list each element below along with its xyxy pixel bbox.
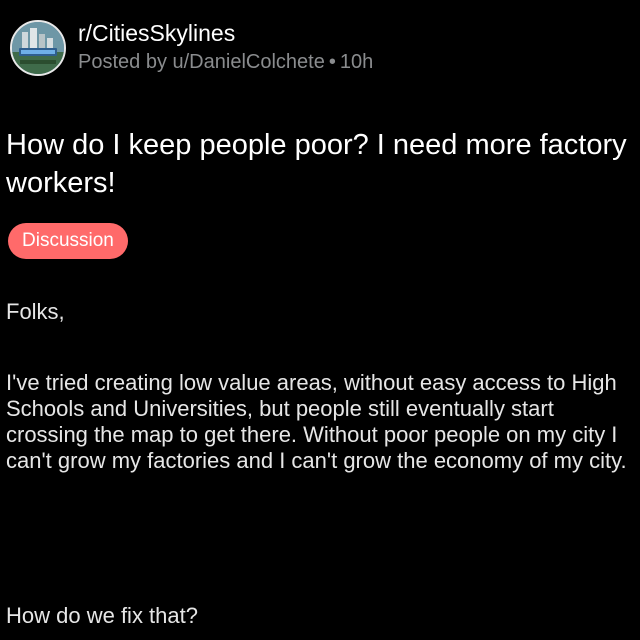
post-meta: r/CitiesSkylines Posted by u/DanielColch… [78, 19, 373, 75]
post-body-paragraph: I've tried creating low value areas, wit… [6, 370, 627, 473]
post-body-question: How do we fix that? [6, 603, 198, 628]
byline-separator: • [328, 51, 336, 73]
post-body-greeting: Folks, [6, 299, 65, 324]
post-header: r/CitiesSkylines Posted by u/DanielColch… [10, 20, 373, 76]
post-age: 10h [339, 51, 374, 73]
post-flair-badge[interactable]: Discussion [8, 223, 128, 259]
post-author[interactable]: Posted by u/DanielColchete [78, 51, 325, 73]
post-title[interactable]: How do I keep people poor? I need more f… [6, 126, 634, 202]
post-byline: Posted by u/DanielColchete • 10h [78, 49, 373, 75]
subreddit-avatar-icon[interactable] [10, 20, 66, 76]
subreddit-name[interactable]: r/CitiesSkylines [78, 19, 373, 47]
reddit-post: r/CitiesSkylines Posted by u/DanielColch… [0, 0, 640, 640]
